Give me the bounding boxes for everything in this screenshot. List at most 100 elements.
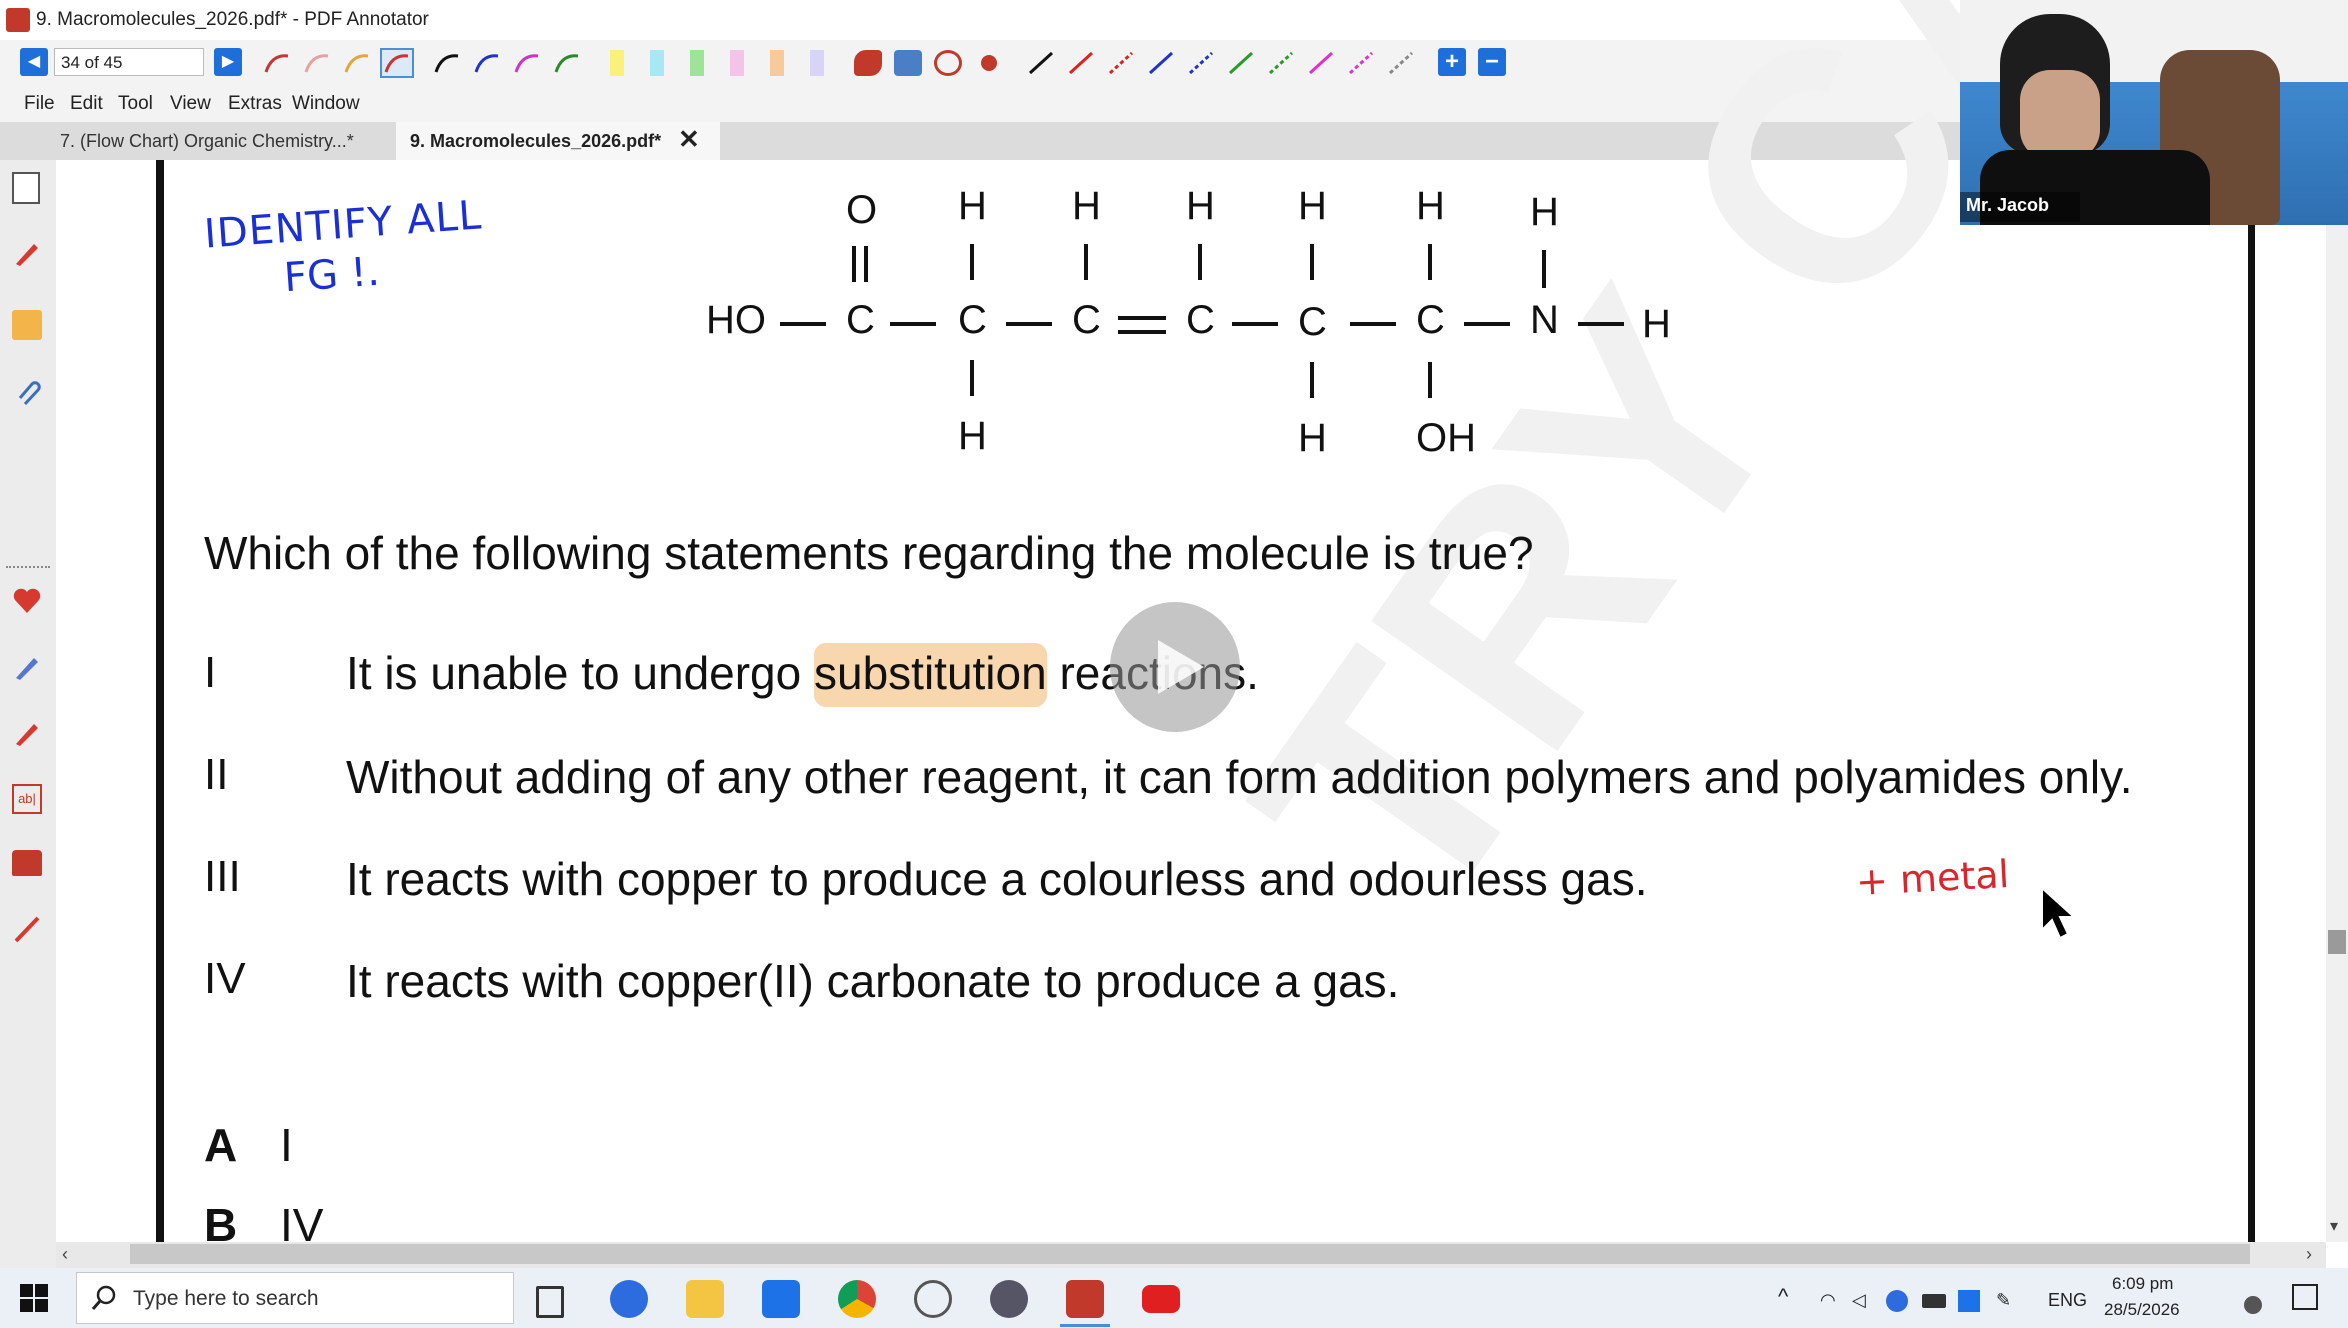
pen-icon[interactable] <box>12 238 42 268</box>
pen-tool-orange-icon[interactable] <box>342 50 372 76</box>
chrome-icon[interactable] <box>838 1280 876 1318</box>
scroll-left-icon[interactable]: ‹ <box>62 1244 68 1265</box>
bond <box>1464 322 1510 326</box>
clock-date[interactable]: 28/5/2026 <box>2104 1300 2180 1320</box>
pen-tool-light-icon[interactable] <box>302 50 332 76</box>
dropbox-icon[interactable] <box>762 1280 800 1318</box>
line-tool-icon[interactable] <box>12 914 42 944</box>
double-bond-a <box>1118 316 1166 320</box>
highlighter-pink-icon[interactable] <box>730 50 744 76</box>
windows-start-icon[interactable] <box>20 1284 48 1312</box>
bond <box>1350 322 1396 326</box>
dashed-line-blue-icon[interactable] <box>1186 50 1216 76</box>
highlighter-yellow-icon[interactable] <box>610 50 624 76</box>
play-button[interactable] <box>1110 602 1240 732</box>
zoom-app-icon[interactable] <box>610 1280 648 1318</box>
line-green-icon[interactable] <box>1226 50 1256 76</box>
bond <box>780 322 826 326</box>
pdf-annotator-taskbar-icon[interactable] <box>1066 1280 1104 1318</box>
menu-file[interactable]: File <box>24 93 55 115</box>
battery-icon[interactable] <box>1922 1294 1946 1308</box>
highlighter-lavender-icon[interactable] <box>810 50 824 76</box>
heart-favorites-icon[interactable] <box>12 586 42 616</box>
task-view-icon[interactable] <box>536 1286 564 1318</box>
record-icon[interactable] <box>976 50 1002 76</box>
text-box-icon[interactable]: ab| <box>12 784 42 814</box>
dashed-line-red-icon[interactable] <box>1106 50 1136 76</box>
menu-tool[interactable]: Tool <box>118 93 153 115</box>
file-explorer-icon[interactable] <box>686 1280 724 1318</box>
notification-badge <box>2244 1296 2262 1314</box>
atom-c5: C <box>1298 300 1327 344</box>
close-tab-icon[interactable]: ✕ <box>678 124 700 155</box>
atom-n: N <box>1530 298 1559 342</box>
atom-h: H <box>1416 184 1445 228</box>
highlighter-cyan-icon[interactable] <box>650 50 664 76</box>
youtube-icon[interactable] <box>1142 1285 1180 1313</box>
zoom-in-button[interactable]: + <box>1438 48 1466 76</box>
atom-h: H <box>958 414 987 458</box>
tray-chevron-icon[interactable]: ^ <box>1778 1284 1788 1310</box>
highlighter-orange-icon[interactable] <box>770 50 784 76</box>
hand-tool-icon[interactable] <box>854 50 882 76</box>
line-black-icon[interactable] <box>1026 50 1056 76</box>
person-face-shape <box>2020 70 2100 160</box>
dropbox-tray-icon[interactable] <box>1958 1290 1980 1312</box>
pen-tool-blue-icon[interactable] <box>472 50 502 76</box>
line-magenta-icon[interactable] <box>1306 50 1336 76</box>
tab-macromolecules[interactable]: 9. Macromolecules_2026.pdf* <box>396 122 720 160</box>
marker-icon[interactable] <box>12 718 42 748</box>
action-center-icon[interactable] <box>2292 1284 2318 1310</box>
wifi-icon[interactable]: ◠ <box>1820 1290 1836 1311</box>
bond <box>1428 362 1432 398</box>
dashed-line-magenta-icon[interactable] <box>1346 50 1376 76</box>
feather-app-icon[interactable] <box>990 1280 1028 1318</box>
pen-tool-magenta-icon[interactable] <box>512 50 542 76</box>
menu-view[interactable]: View <box>170 93 211 115</box>
vertical-scroll-thumb[interactable] <box>2328 930 2346 954</box>
dashed-line-green-icon[interactable] <box>1266 50 1296 76</box>
highlighter-green-icon[interactable] <box>690 50 704 76</box>
stamp-icon[interactable] <box>12 850 42 876</box>
lasso-icon[interactable] <box>934 50 962 76</box>
previous-page-button[interactable]: ◀ <box>20 48 48 76</box>
bond <box>890 322 936 326</box>
next-page-button[interactable]: ▶ <box>214 48 242 76</box>
menu-extras[interactable]: Extras <box>228 93 282 115</box>
volume-icon[interactable]: ◁ <box>1852 1290 1866 1311</box>
bond <box>1542 250 1546 288</box>
pen-tool-green-icon[interactable] <box>552 50 582 76</box>
pen-tool-black-icon[interactable] <box>432 50 462 76</box>
clock-app-icon[interactable] <box>914 1280 952 1318</box>
eraser-icon[interactable] <box>894 50 922 76</box>
line-blue-icon[interactable] <box>1146 50 1176 76</box>
zoom-tray-icon[interactable] <box>1886 1290 1908 1312</box>
page-number-input[interactable]: 34 of 45 <box>54 48 204 76</box>
folder-icon[interactable] <box>12 310 42 340</box>
zoom-out-button[interactable]: − <box>1478 48 1506 76</box>
scroll-right-icon[interactable]: › <box>2306 1244 2312 1265</box>
language-indicator[interactable]: ENG <box>2048 1290 2087 1311</box>
taskbar-search-box[interactable]: Type here to search <box>76 1272 514 1324</box>
pen-tray-icon[interactable]: ✎ <box>1996 1290 2011 1311</box>
line-red-icon[interactable] <box>1066 50 1096 76</box>
horizontal-scroll-thumb[interactable] <box>130 1244 2250 1264</box>
statement-iv: It reacts with copper(II) carbonate to p… <box>346 955 1400 1007</box>
search-icon <box>91 1285 116 1310</box>
atom-h: H <box>1642 302 1671 346</box>
menu-window[interactable]: Window <box>292 93 360 115</box>
pen-favorite-icon[interactable] <box>12 652 42 682</box>
atom-ho: HO <box>706 298 766 342</box>
page-thumbnail-icon[interactable] <box>12 172 40 204</box>
double-bond-a <box>852 246 856 282</box>
paperclip-icon[interactable] <box>12 376 42 406</box>
clock-time[interactable]: 6:09 pm <box>2112 1274 2173 1294</box>
dashed-line-gray-icon[interactable] <box>1386 50 1416 76</box>
tab-organic-chemistry[interactable]: 7. (Flow Chart) Organic Chemistry...* <box>46 122 410 160</box>
scroll-down-icon[interactable]: ▾ <box>2330 1216 2338 1236</box>
menu-edit[interactable]: Edit <box>70 93 103 115</box>
vertical-scrollbar[interactable] <box>2326 160 2348 1242</box>
statement-ii-number: II <box>204 750 229 799</box>
pen-tool-selected-icon[interactable] <box>380 48 414 78</box>
pen-tool-red-icon[interactable] <box>262 50 292 76</box>
